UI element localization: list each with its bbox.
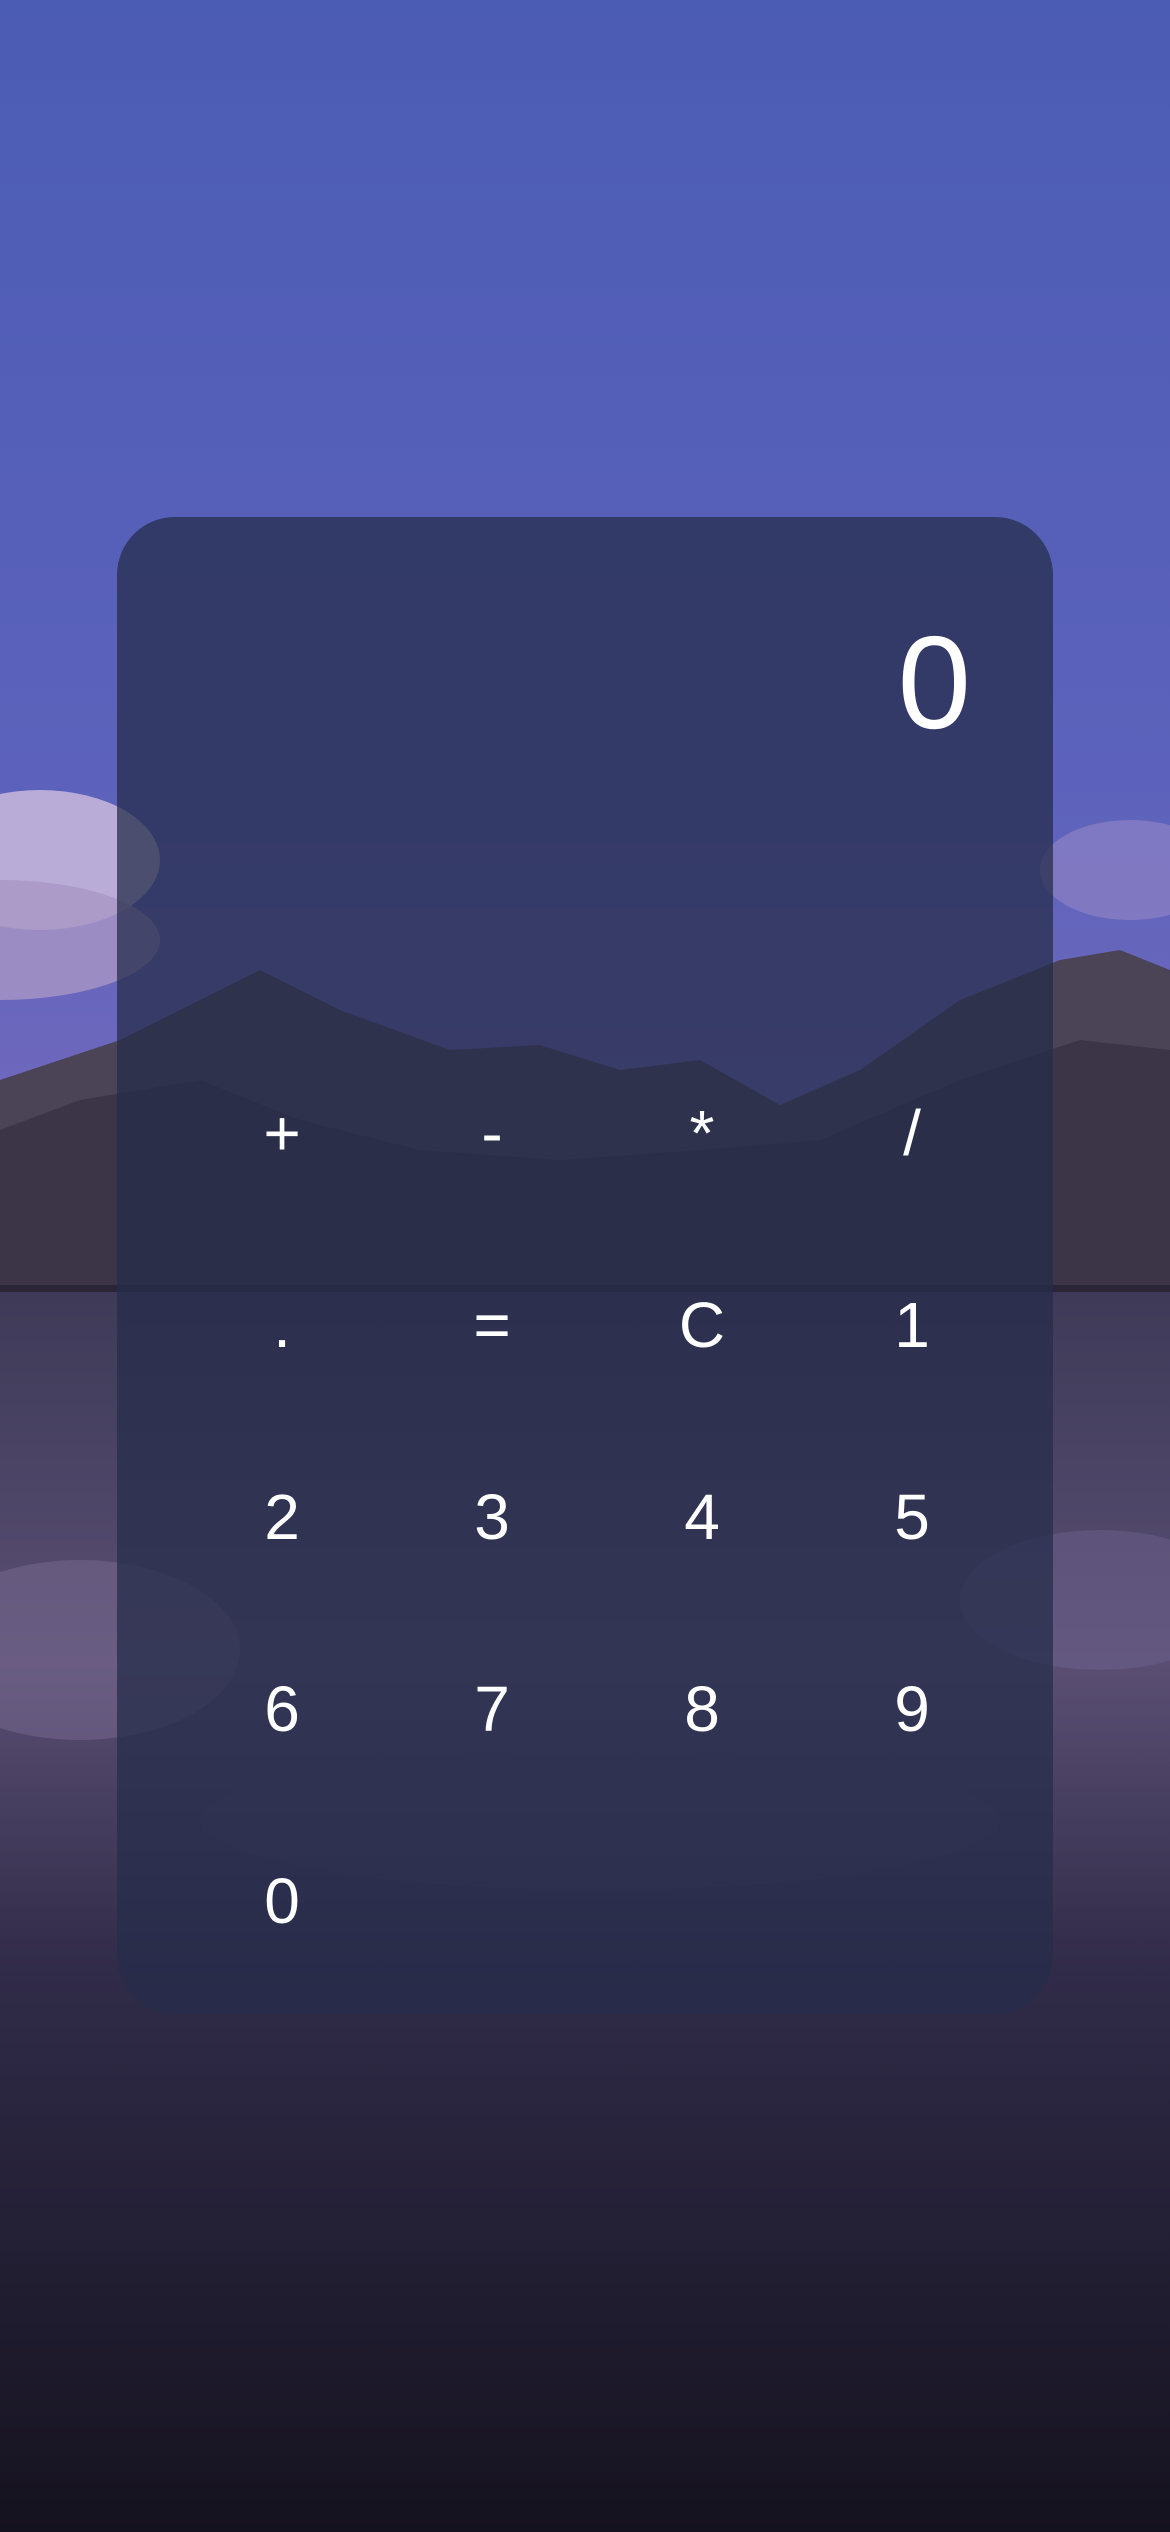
calculator-panel: 0 + - * / . = C 1 2 3 4 5 6 7 8 9 0 bbox=[117, 517, 1053, 2014]
clear-button[interactable]: C bbox=[597, 1229, 807, 1421]
calculator-display: 0 bbox=[897, 609, 971, 756]
multiply-button[interactable]: * bbox=[597, 1037, 807, 1229]
plus-button[interactable]: + bbox=[177, 1037, 387, 1229]
equals-button[interactable]: = bbox=[387, 1229, 597, 1421]
digit-1-button[interactable]: 1 bbox=[807, 1229, 1017, 1421]
keypad: + - * / . = C 1 2 3 4 5 6 7 8 9 0 bbox=[177, 1037, 1017, 1997]
divide-button[interactable]: / bbox=[807, 1037, 1017, 1229]
digit-8-button[interactable]: 8 bbox=[597, 1613, 807, 1805]
digit-0-button[interactable]: 0 bbox=[177, 1805, 387, 1997]
digit-3-button[interactable]: 3 bbox=[387, 1421, 597, 1613]
decimal-button[interactable]: . bbox=[177, 1229, 387, 1421]
digit-5-button[interactable]: 5 bbox=[807, 1421, 1017, 1613]
digit-9-button[interactable]: 9 bbox=[807, 1613, 1017, 1805]
digit-4-button[interactable]: 4 bbox=[597, 1421, 807, 1613]
minus-button[interactable]: - bbox=[387, 1037, 597, 1229]
digit-6-button[interactable]: 6 bbox=[177, 1613, 387, 1805]
digit-7-button[interactable]: 7 bbox=[387, 1613, 597, 1805]
digit-2-button[interactable]: 2 bbox=[177, 1421, 387, 1613]
